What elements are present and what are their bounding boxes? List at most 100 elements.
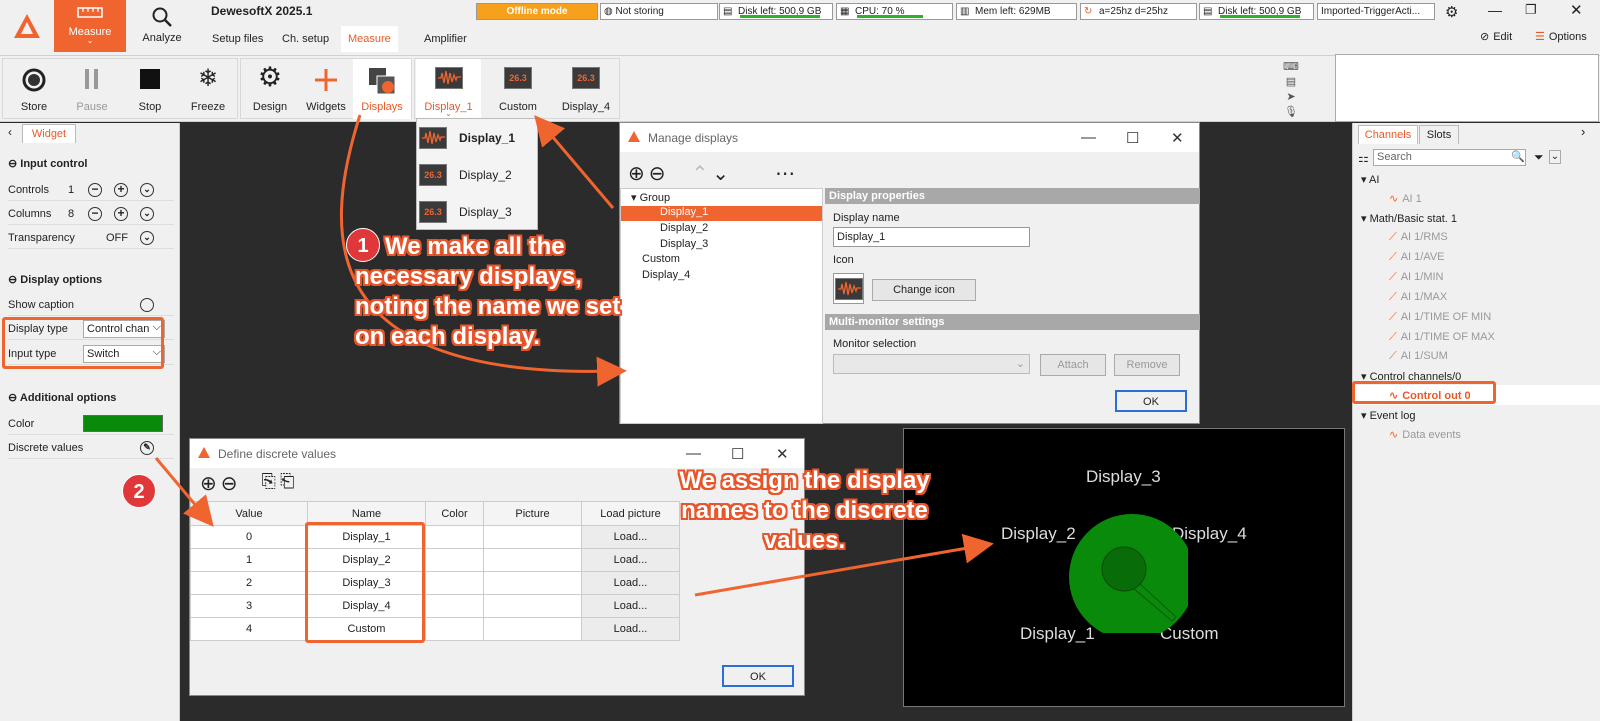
minus-icon[interactable]: − xyxy=(88,183,102,197)
more-options-icon[interactable]: ⋯ xyxy=(775,161,795,186)
value-cell[interactable]: 1 xyxy=(190,548,308,572)
tab-amplifier[interactable]: Amplifier xyxy=(417,26,474,52)
tab-measure[interactable]: Measure xyxy=(341,26,398,52)
dropdown-item-display-3[interactable]: 26.3 Display_3 xyxy=(417,193,539,230)
picture-cell[interactable] xyxy=(483,571,582,595)
add-row-icon[interactable]: ⊕ xyxy=(200,471,217,496)
collapse-right-icon[interactable]: › xyxy=(1581,124,1585,139)
channel-search-input[interactable]: Search xyxy=(1373,149,1526,166)
dewesoft-logo[interactable] xyxy=(0,0,53,52)
minimize-icon[interactable]: — xyxy=(1081,129,1096,146)
switch-control-widget[interactable]: Display_3 Display_2 Display_4 Display_1 … xyxy=(903,428,1345,707)
value-cell[interactable]: 2 xyxy=(190,571,308,595)
display-name-input[interactable]: Display_1 xyxy=(833,227,1030,247)
color-cell[interactable] xyxy=(425,548,484,572)
measure-mode-button[interactable]: Measure ⌄ xyxy=(54,0,126,52)
plus-icon[interactable]: + xyxy=(114,207,128,221)
move-up-icon[interactable]: ⌃ xyxy=(692,161,709,186)
tree-view-icon[interactable]: ⚏ xyxy=(1358,151,1369,165)
minus-icon[interactable]: − xyxy=(88,207,102,221)
channel-ai-1-ave[interactable]: ⟋ AI 1/AVE xyxy=(1389,251,1445,264)
picture-cell[interactable] xyxy=(483,548,582,572)
channel-data-events[interactable]: ∿ Data events xyxy=(1389,428,1461,441)
maximize-icon[interactable]: ☐ xyxy=(1126,129,1139,147)
export-icon[interactable]: ⎗ xyxy=(280,471,294,496)
stop-button[interactable]: Stop xyxy=(121,59,179,119)
close-icon[interactable]: ✕ xyxy=(776,445,789,463)
tab-channels[interactable]: Channels xyxy=(1358,125,1418,144)
plus-icon[interactable]: + xyxy=(114,183,128,197)
channel-ai-1-max[interactable]: ⟋ AI 1/MAX xyxy=(1389,291,1447,304)
chevron-down-icon[interactable]: ⌄ xyxy=(140,183,154,197)
picture-cell[interactable] xyxy=(483,617,582,641)
remove-button[interactable]: Remove xyxy=(1114,354,1180,376)
picture-cell[interactable] xyxy=(483,594,582,618)
maximize-icon[interactable]: ☐ xyxy=(731,445,744,463)
color-cell[interactable] xyxy=(425,617,484,641)
chevron-down-icon[interactable]: ⌄ xyxy=(140,207,154,221)
tab-ch-setup[interactable]: Ch. setup xyxy=(275,26,336,52)
edit-pencil-icon[interactable]: ✎ xyxy=(140,441,154,455)
tab-slots[interactable]: Slots xyxy=(1419,125,1459,144)
keyboard-icon[interactable]: ⌨ xyxy=(1283,60,1299,73)
load-picture-button[interactable]: Load... xyxy=(581,617,680,641)
channel-group-math[interactable]: ▾ Math/Basic stat. 1 xyxy=(1361,212,1457,225)
options-button[interactable]: ☰ Options xyxy=(1535,30,1587,44)
minimize-icon[interactable]: — xyxy=(686,445,701,462)
move-down-icon[interactable]: ⌄ xyxy=(712,161,729,186)
search-icon[interactable]: 🔍 xyxy=(1511,150,1525,163)
displays-button[interactable]: Displays xyxy=(353,59,411,119)
color-cell[interactable] xyxy=(425,525,484,549)
chevron-down-icon[interactable]: ⌄ xyxy=(140,231,154,245)
import-icon[interactable]: ⎘ xyxy=(262,471,276,496)
discrete-values-ok-button[interactable]: OK xyxy=(722,665,794,687)
display-tab-display-1[interactable]: Display_1 ⌄ xyxy=(416,59,481,119)
freeze-button[interactable]: ❄ Freeze xyxy=(179,59,237,119)
dropdown-item-display-2[interactable]: 26.3 Display_2 xyxy=(417,156,539,193)
tab-setup-files[interactable]: Setup files xyxy=(205,26,270,52)
display-options-header[interactable]: ⊖ Display options xyxy=(8,273,102,286)
tab-widget[interactable]: Widget xyxy=(22,124,76,143)
filter-icon[interactable]: ⏷ xyxy=(1534,150,1544,165)
minimize-icon[interactable]: — xyxy=(1488,2,1502,18)
close-icon[interactable]: ✕ xyxy=(1171,129,1184,147)
gear-icon[interactable]: ⚙ xyxy=(1445,3,1458,21)
pause-button[interactable]: Pause xyxy=(63,59,121,119)
design-button[interactable]: ⚙ Design xyxy=(241,59,299,119)
input-control-header[interactable]: ⊖ Input control xyxy=(8,157,88,170)
channel-group-event-log[interactable]: ▾ Event log xyxy=(1361,409,1415,422)
remove-display-icon[interactable]: ⊖ xyxy=(649,161,666,186)
picture-cell[interactable] xyxy=(483,525,582,549)
attach-button[interactable]: Attach xyxy=(1040,354,1106,376)
offline-mode-status[interactable]: Offline mode xyxy=(476,3,598,20)
load-picture-button[interactable]: Load... xyxy=(581,594,680,618)
color-cell[interactable] xyxy=(425,594,484,618)
channel-ai-1[interactable]: ∿ AI 1 xyxy=(1389,192,1422,205)
transparency-value[interactable]: OFF xyxy=(106,227,128,249)
channel-ai-1-sum[interactable]: ⟋ AI 1/SUM xyxy=(1389,350,1448,363)
color-swatch[interactable] xyxy=(83,415,163,432)
channel-ai-1-time-of-min[interactable]: ⟋ AI 1/TIME OF MIN xyxy=(1389,311,1491,324)
tree-item-display-3[interactable]: Display_3 xyxy=(660,238,708,250)
load-picture-button[interactable]: Load... xyxy=(581,571,680,595)
additional-options-header[interactable]: ⊖ Additional options xyxy=(8,391,116,404)
pointer-icon[interactable]: ➤ xyxy=(1286,90,1295,103)
note-icon[interactable]: ▤ xyxy=(1286,75,1296,88)
edit-button[interactable]: ⊘ Edit xyxy=(1480,30,1512,44)
channel-ai-1-rms[interactable]: ⟋ AI 1/RMS xyxy=(1389,231,1448,244)
display-tab-display-4[interactable]: 26.3 Display_4 xyxy=(553,59,619,119)
tree-item-display-2[interactable]: Display_2 xyxy=(660,222,708,234)
monitor-selection-select[interactable]: ⌄ xyxy=(833,354,1030,374)
restore-icon[interactable]: ❐ xyxy=(1525,2,1537,18)
remove-row-icon[interactable]: ⊖ xyxy=(221,471,238,496)
setup-file-status[interactable]: Imported-TriggerActi... xyxy=(1317,3,1435,20)
switch-knob-icon[interactable] xyxy=(1068,513,1188,633)
microphone-icon[interactable]: 🎙 xyxy=(1284,105,1298,118)
manage-displays-ok-button[interactable]: OK xyxy=(1115,390,1187,412)
store-button[interactable]: Store xyxy=(5,59,63,119)
display-tab-custom[interactable]: 26.3 Custom xyxy=(485,59,551,119)
filter-dropdown-icon[interactable]: ⌄ xyxy=(1549,150,1561,164)
collapse-left-icon[interactable]: ‹ xyxy=(8,125,12,139)
channel-ai-1-time-of-max[interactable]: ⟋ AI 1/TIME OF MAX xyxy=(1389,331,1495,344)
channel-ai-1-min[interactable]: ⟋ AI 1/MIN xyxy=(1389,271,1444,284)
